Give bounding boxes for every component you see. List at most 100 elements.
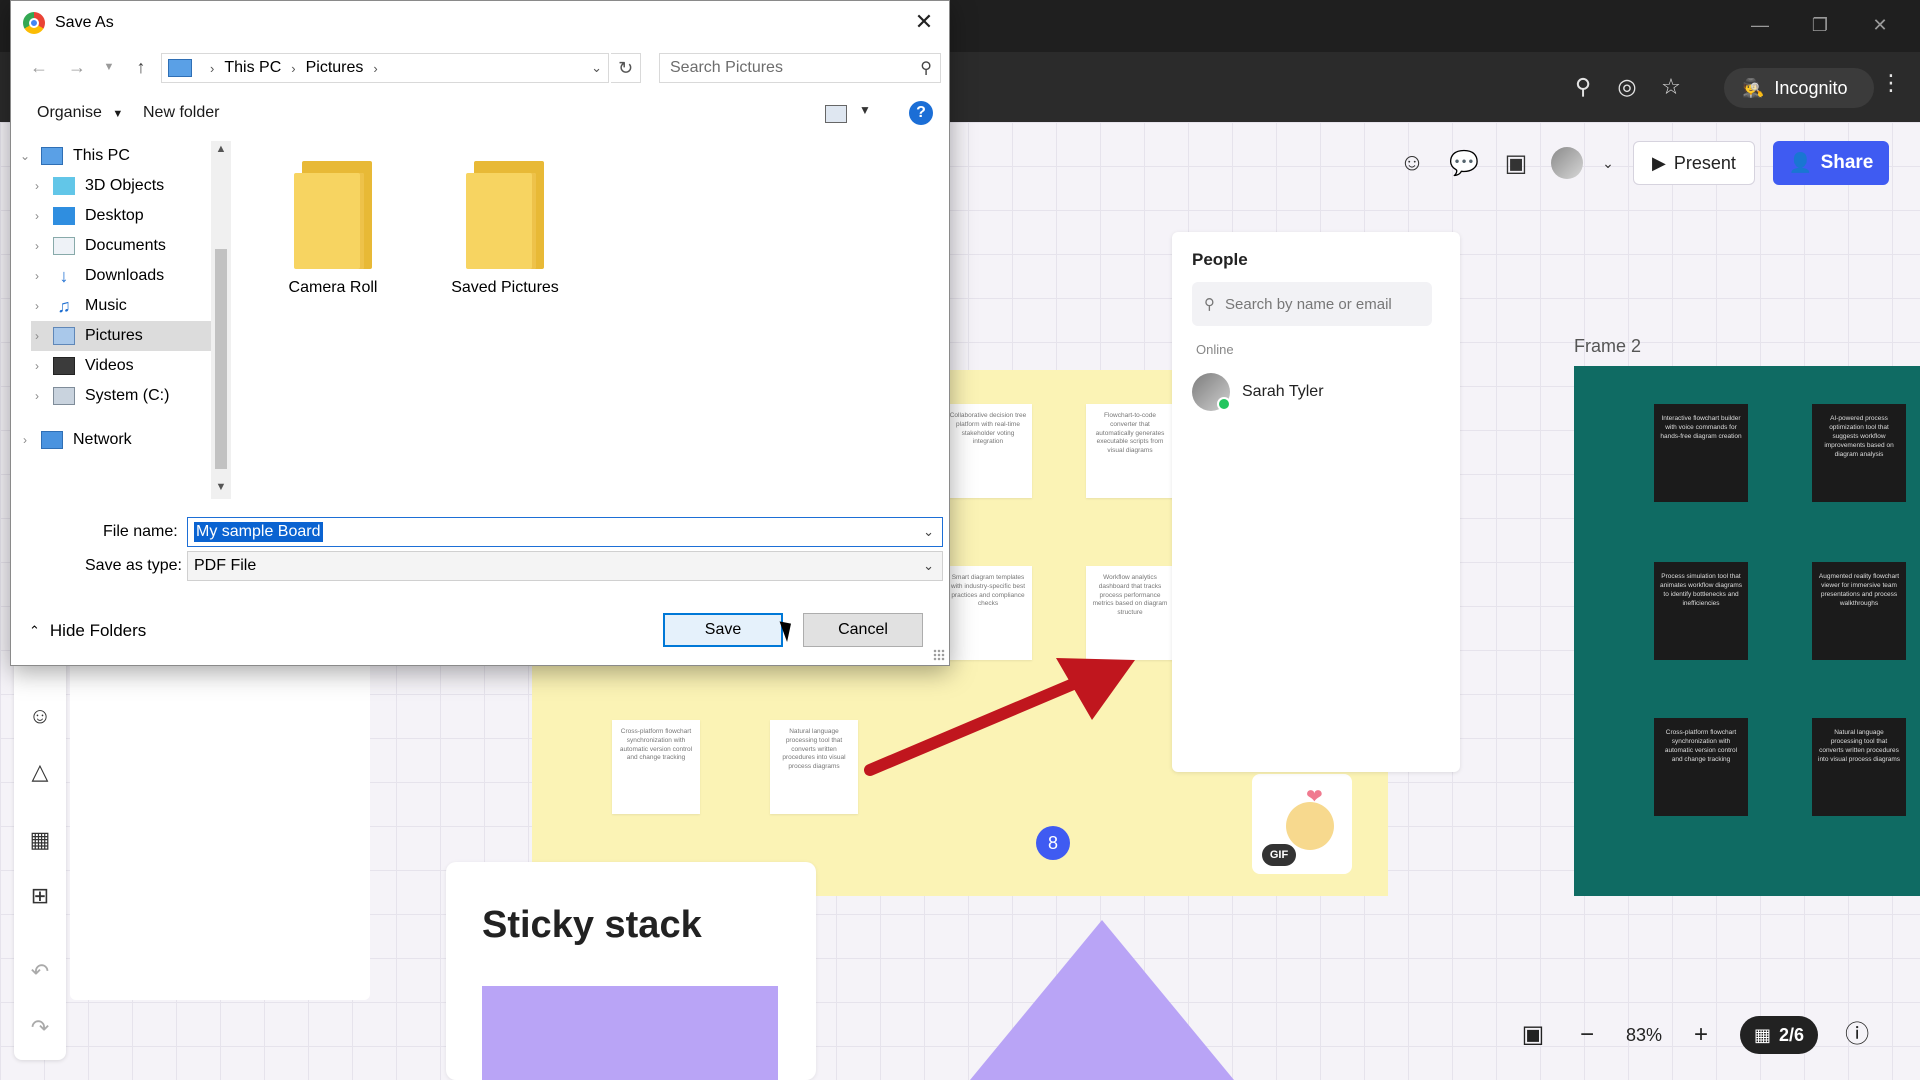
breadcrumb-item[interactable]: This PC <box>224 59 281 77</box>
bookmark-star-icon[interactable]: ☆ <box>1656 72 1686 102</box>
file-name-value[interactable]: My sample Board <box>194 522 323 542</box>
reactions-icon[interactable]: ☺ <box>1395 146 1429 180</box>
folder-item[interactable]: Camera Roll <box>273 141 393 297</box>
address-dropdown-icon[interactable]: ⌄ <box>591 60 602 76</box>
scrollbar-thumb[interactable] <box>215 249 227 469</box>
tree-item-pictures[interactable]: › Pictures <box>31 321 211 351</box>
restore-icon[interactable]: ❐ <box>1800 10 1840 40</box>
comment-icon[interactable]: 💬 <box>1447 146 1481 180</box>
chevron-right-icon[interactable]: › <box>19 433 31 447</box>
chevron-right-icon[interactable]: › <box>31 389 43 403</box>
tree-item-3d-objects[interactable]: › 3D Objects <box>31 171 211 201</box>
save-type-select[interactable]: PDF File ⌄ <box>187 551 943 581</box>
chevron-down-icon[interactable]: ⌄ <box>19 149 31 163</box>
sticky-note[interactable]: Cross-platform flowchart synchronization… <box>1654 718 1748 816</box>
browser-menu-icon[interactable]: ⋮ <box>1880 70 1902 96</box>
sticky-note[interactable]: Interactive flowchart builder with voice… <box>1654 404 1748 502</box>
sticky-note[interactable]: Collaborative decision tree platform wit… <box>944 404 1032 498</box>
redo-icon[interactable]: ↷ <box>26 1014 54 1042</box>
chevron-right-icon[interactable]: › <box>31 359 43 373</box>
chevron-down-icon[interactable]: ⌄ <box>923 558 934 574</box>
view-options-chevron-icon[interactable]: ▼ <box>859 103 871 117</box>
fit-frame-icon[interactable]: ▣ <box>1518 1020 1548 1050</box>
help-icon[interactable]: ? <box>909 101 933 125</box>
tree-item-this-pc[interactable]: ⌄ This PC <box>19 141 211 171</box>
address-bar[interactable]: › This PC › Pictures › ⌄ <box>161 53 609 83</box>
shapes-icon[interactable]: △ <box>26 758 54 786</box>
chevron-right-icon[interactable]: › <box>31 269 43 283</box>
share-button[interactable]: 👤 Share <box>1772 141 1890 185</box>
resize-grip[interactable] <box>933 649 945 661</box>
organise-button[interactable]: Organise ▼ <box>37 104 123 122</box>
red-arrow[interactable] <box>860 650 1140 780</box>
sticky-note[interactable]: Process simulation tool that animates wo… <box>1654 562 1748 660</box>
person-row[interactable]: Sarah Tyler <box>1192 366 1382 418</box>
zoom-out-icon[interactable]: − <box>1572 1020 1602 1050</box>
chevron-right-icon[interactable]: › <box>31 239 43 253</box>
sticky-note[interactable]: Flowchart-to-code converter that automat… <box>1086 404 1174 498</box>
video-icon[interactable]: ▣ <box>1499 146 1533 180</box>
sticky-note[interactable]: Natural language processing tool that co… <box>1812 718 1906 816</box>
tree-item-network[interactable]: › Network <box>19 425 211 455</box>
chevron-right-icon[interactable]: › <box>31 209 43 223</box>
hide-folders-toggle[interactable]: ⌃ Hide Folders <box>29 621 146 641</box>
forward-icon[interactable]: → <box>65 55 89 79</box>
tree-scrollbar[interactable]: ▲ ▼ <box>211 141 231 499</box>
refresh-icon[interactable]: ↻ <box>611 53 641 83</box>
scroll-up-icon[interactable]: ▲ <box>215 143 227 155</box>
gif-sticker[interactable]: ❤ GIF <box>1252 774 1352 874</box>
tree-item-system-c[interactable]: › System (C:) <box>31 381 211 411</box>
new-folder-button[interactable]: New folder <box>143 104 219 122</box>
page-indicator[interactable]: ▦ 2/6 <box>1740 1016 1819 1054</box>
frame-title[interactable]: Frame 2 <box>1574 336 1641 357</box>
tree-item-videos[interactable]: › Videos <box>31 351 211 381</box>
template-icon[interactable]: ▦ <box>26 826 54 854</box>
eye-off-icon[interactable]: ◎ <box>1612 72 1642 102</box>
save-button[interactable]: Save <box>663 613 783 647</box>
count-bubble[interactable]: 8 <box>1036 826 1070 860</box>
recent-chevron-icon[interactable]: ▼ <box>97 55 121 79</box>
tree-item-documents[interactable]: › Documents <box>31 231 211 261</box>
view-options-icon[interactable] <box>825 105 847 123</box>
search-input[interactable]: Search Pictures ⚲ <box>659 53 941 83</box>
sticky-note[interactable]: Smart diagram templates with industry-sp… <box>944 566 1032 660</box>
avatar[interactable] <box>1551 147 1583 179</box>
triangle-shape[interactable] <box>970 920 1234 1080</box>
zoom-level[interactable]: 83% <box>1626 1025 1662 1046</box>
close-icon[interactable]: ✕ <box>909 7 939 37</box>
present-button[interactable]: ▶ Present <box>1633 141 1755 185</box>
sticky-stack-card[interactable]: Sticky stack <box>446 862 816 1080</box>
tree-item-desktop[interactable]: › Desktop <box>31 201 211 231</box>
breadcrumb-item[interactable]: Pictures <box>306 59 364 77</box>
chevron-right-icon[interactable]: › <box>31 179 43 193</box>
chevron-right-icon[interactable]: › <box>31 299 43 313</box>
chevron-down-icon[interactable]: ⌄ <box>1601 146 1615 180</box>
zoom-in-icon[interactable]: + <box>1686 1020 1716 1050</box>
back-icon[interactable]: ← <box>27 55 51 79</box>
sticky-note[interactable]: Workflow analytics dashboard that tracks… <box>1086 566 1174 660</box>
sticky-note[interactable]: Cross-platform flowchart synchronization… <box>612 720 700 814</box>
tree-item-music[interactable]: › ♫ Music <box>31 291 211 321</box>
teal-frame[interactable]: Interactive flowchart builder with voice… <box>1574 366 1920 896</box>
scroll-down-icon[interactable]: ▼ <box>215 481 227 493</box>
help-icon[interactable]: ⓘ <box>1842 1020 1872 1050</box>
sticky-note[interactable]: AI-powered process optimization tool tha… <box>1812 404 1906 502</box>
minimize-icon[interactable]: — <box>1740 10 1780 40</box>
sticky-note[interactable]: Natural language processing tool that co… <box>770 720 858 814</box>
incognito-indicator[interactable]: 🕵 Incognito <box>1724 68 1874 108</box>
zoom-icon[interactable]: ⚲ <box>1568 72 1598 102</box>
people-search-input[interactable]: ⚲ Search by name or email <box>1192 282 1432 326</box>
close-window-icon[interactable]: ✕ <box>1860 10 1900 40</box>
file-name-field[interactable]: My sample Board ⌄ <box>187 517 943 547</box>
sticker-icon[interactable]: ☺ <box>26 702 54 730</box>
chevron-down-icon[interactable]: ⌄ <box>923 524 934 540</box>
cancel-button[interactable]: Cancel <box>803 613 923 647</box>
add-icon[interactable]: ⊞ <box>26 882 54 910</box>
tree-item-downloads[interactable]: › ↓ Downloads <box>31 261 211 291</box>
folder-item[interactable]: Saved Pictures <box>445 141 565 297</box>
up-icon[interactable]: ↑ <box>129 55 153 79</box>
undo-icon[interactable]: ↶ <box>26 958 54 986</box>
chevron-right-icon[interactable]: › <box>31 329 43 343</box>
sticky-note[interactable]: Augmented reality flowchart viewer for i… <box>1812 562 1906 660</box>
purple-sticky-note[interactable] <box>482 986 778 1080</box>
